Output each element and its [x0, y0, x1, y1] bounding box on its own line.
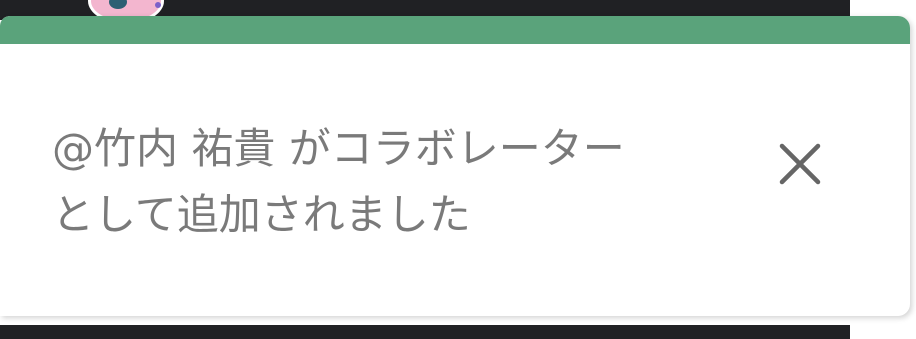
screen: @竹内 祐貴 がコラボレーター として追加されました [0, 0, 916, 339]
avatar-face [109, 0, 127, 9]
close-icon [779, 143, 821, 185]
close-button[interactable] [770, 134, 830, 194]
toast-accent-bar [0, 16, 910, 44]
background-bottom-bar [0, 325, 850, 339]
toast-message: @竹内 祐貴 がコラボレーター として追加されました [52, 116, 732, 248]
notification-toast: @竹内 祐貴 がコラボレーター として追加されました [0, 16, 910, 316]
sparkle-dot [155, 2, 161, 8]
toast-message-line1: @竹内 祐貴 がコラボレーター [52, 124, 625, 173]
toast-message-line2: として追加されました [52, 190, 471, 239]
